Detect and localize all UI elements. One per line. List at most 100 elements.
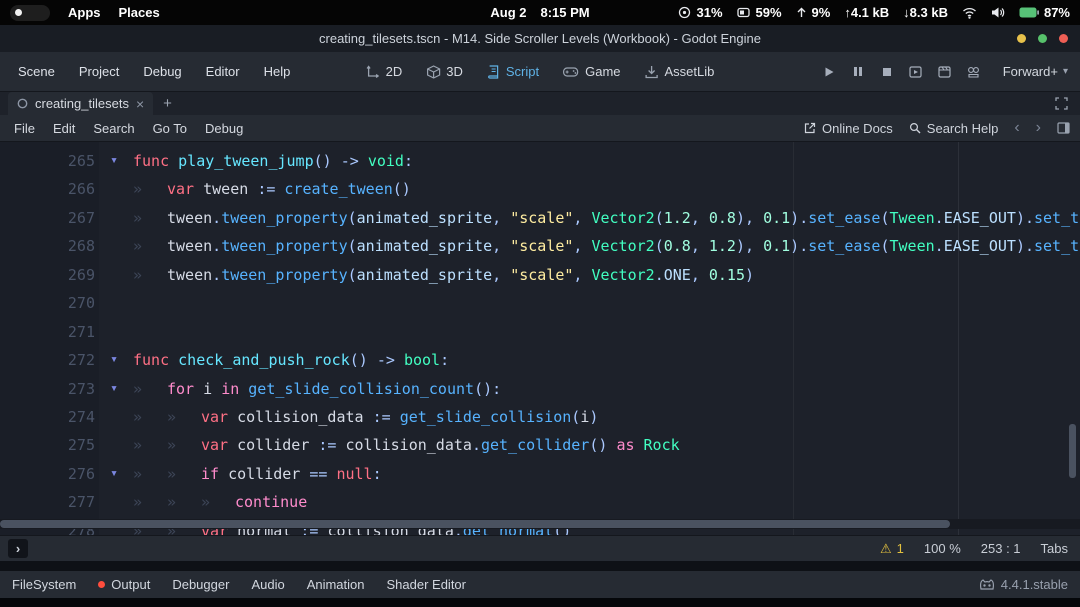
indicator-cpu[interactable]: 9% [796,5,831,20]
tab-indent-marker: » [133,460,167,488]
distraction-free-button[interactable] [1055,97,1080,110]
workspace-assetlib-button[interactable]: AssetLib [645,64,715,79]
fold-arrow-icon[interactable]: ▾ [95,375,133,403]
close-button[interactable] [1059,34,1068,43]
code-line[interactable]: 267»tween.tween_property(animated_sprite… [0,204,1080,232]
indicator-network[interactable]: 31% [678,5,722,20]
workspace-2d-button[interactable]: 2D [366,64,403,79]
shader-editor-tab[interactable]: Shader Editor [387,577,467,592]
workspace-game-button[interactable]: Game [563,64,620,79]
menu-file[interactable]: File [14,121,35,136]
indicator-device-battery[interactable]: 59% [737,5,782,20]
stop-button[interactable] [879,64,895,80]
zoom-level[interactable]: 100 % [924,541,961,556]
code-line[interactable]: 274»»var collision_data := get_slide_col… [0,403,1080,431]
menu-scene[interactable]: Scene [14,61,59,82]
menu-editor[interactable]: Editor [202,61,244,82]
version-info[interactable]: 4.4.1.stable [979,577,1068,592]
menu-script-debug[interactable]: Debug [205,121,243,136]
menu-project[interactable]: Project [75,61,123,82]
filesystem-tab[interactable]: FileSystem [12,577,76,592]
pause-button[interactable] [850,64,866,80]
menu-edit[interactable]: Edit [53,121,75,136]
time-label: 8:15 PM [540,5,589,20]
code-line[interactable]: 269»tween.tween_property(animated_sprite… [0,261,1080,289]
script-status-bar: › ⚠ 1 100 % 253 : 1 Tabs [0,535,1080,561]
tab-indent-marker: » [133,403,167,431]
scripts-panel-toggle-icon[interactable] [1057,122,1070,134]
code-line[interactable]: 275»»var collider := collision_data.get_… [0,431,1080,459]
animation-tab[interactable]: Animation [307,577,365,592]
battery-indicator[interactable]: 87% [1019,5,1070,20]
tab-indent-marker: » [133,488,167,516]
script-icon [487,65,500,79]
code-line[interactable]: 265▾func play_tween_jump() -> void: [0,147,1080,175]
online-docs-button[interactable]: Online Docs [804,121,893,136]
fold-gutter [95,261,133,289]
code-line[interactable]: 268»tween.tween_property(animated_sprite… [0,232,1080,260]
maximize-button[interactable] [1038,34,1047,43]
warnings-indicator[interactable]: ⚠ 1 [880,541,904,557]
tab-close-icon[interactable]: × [136,97,144,111]
menu-debug[interactable]: Debug [139,61,185,82]
fold-gutter [95,175,133,203]
code-line[interactable]: 272▾func check_and_push_rock() -> bool: [0,346,1080,374]
fold-arrow-icon[interactable]: ▾ [95,147,133,175]
code-line[interactable]: 271 [0,318,1080,346]
tab-indent-marker: » [133,175,167,203]
search-icon [909,122,921,134]
play-scene-button[interactable] [908,64,924,80]
renderer-dropdown[interactable]: Forward+ ▾ [1003,64,1068,79]
indicator-download[interactable]: ↓8.3 kB [903,5,948,20]
fold-arrow-icon[interactable]: ▾ [95,460,133,488]
places-menu[interactable]: Places [119,5,160,20]
movie-maker-button[interactable] [966,64,982,80]
code-text: »var tween := create_tween() [133,175,411,203]
clock[interactable]: Aug 2 8:15 PM [490,5,589,20]
apps-menu[interactable]: Apps [68,5,101,20]
scene-tab-creating-tilesets[interactable]: creating_tilesets × [8,92,153,115]
code-editor[interactable]: 265▾func play_tween_jump() -> void:266»v… [0,142,1080,535]
fold-arrow-icon[interactable]: ▾ [95,346,133,374]
menu-help[interactable]: Help [260,61,295,82]
history-back-button[interactable]: ‹ [1014,120,1019,136]
wifi-icon[interactable] [962,7,977,19]
code-text: »»if collider == null: [133,460,382,488]
history-forward-button[interactable]: › [1036,120,1041,136]
output-tab[interactable]: Output [98,577,150,592]
debugger-tab[interactable]: Debugger [172,577,229,592]
chevron-down-icon: ▾ [1063,66,1068,77]
audio-tab[interactable]: Audio [251,577,284,592]
code-line[interactable]: 266»var tween := create_tween() [0,175,1080,203]
code-line[interactable]: 270 [0,289,1080,317]
line-number: 271 [0,318,95,346]
external-link-icon [804,122,816,134]
indentation-type[interactable]: Tabs [1041,541,1068,556]
workspace-label: AssetLib [665,64,715,79]
tab-indent-marker: » [167,431,201,459]
play-custom-scene-button[interactable] [937,64,953,80]
fold-gutter [95,431,133,459]
assetlib-icon [645,65,659,79]
menu-search[interactable]: Search [93,121,134,136]
panel-divider [0,561,1080,571]
code-line[interactable]: 277»»»continue [0,488,1080,516]
code-lines: 265▾func play_tween_jump() -> void:266»v… [0,142,1080,535]
workspace-3d-button[interactable]: 3D [426,64,463,79]
vertical-scrollbar-thumb[interactable] [1069,424,1076,478]
menu-goto[interactable]: Go To [153,121,187,136]
scripts-panel-expand-button[interactable]: › [8,539,28,558]
volume-icon[interactable] [991,6,1005,19]
scene-tab-bar: creating_tilesets × + [0,92,1080,115]
play-button[interactable] [821,64,837,80]
add-scene-tab-button[interactable]: + [163,95,172,112]
code-line[interactable]: 276▾»»if collider == null: [0,460,1080,488]
search-help-button[interactable]: Search Help [909,121,999,136]
indicator-upload[interactable]: ↑4.1 kB [844,5,889,20]
minimize-button[interactable] [1017,34,1026,43]
workspace-script-button[interactable]: Script [487,64,539,79]
distro-menu-button[interactable] [10,5,50,21]
tab-indent-marker: » [133,431,167,459]
horizontal-scrollbar-thumb[interactable] [0,520,950,528]
code-line[interactable]: 273▾»for i in get_slide_collision_count(… [0,375,1080,403]
